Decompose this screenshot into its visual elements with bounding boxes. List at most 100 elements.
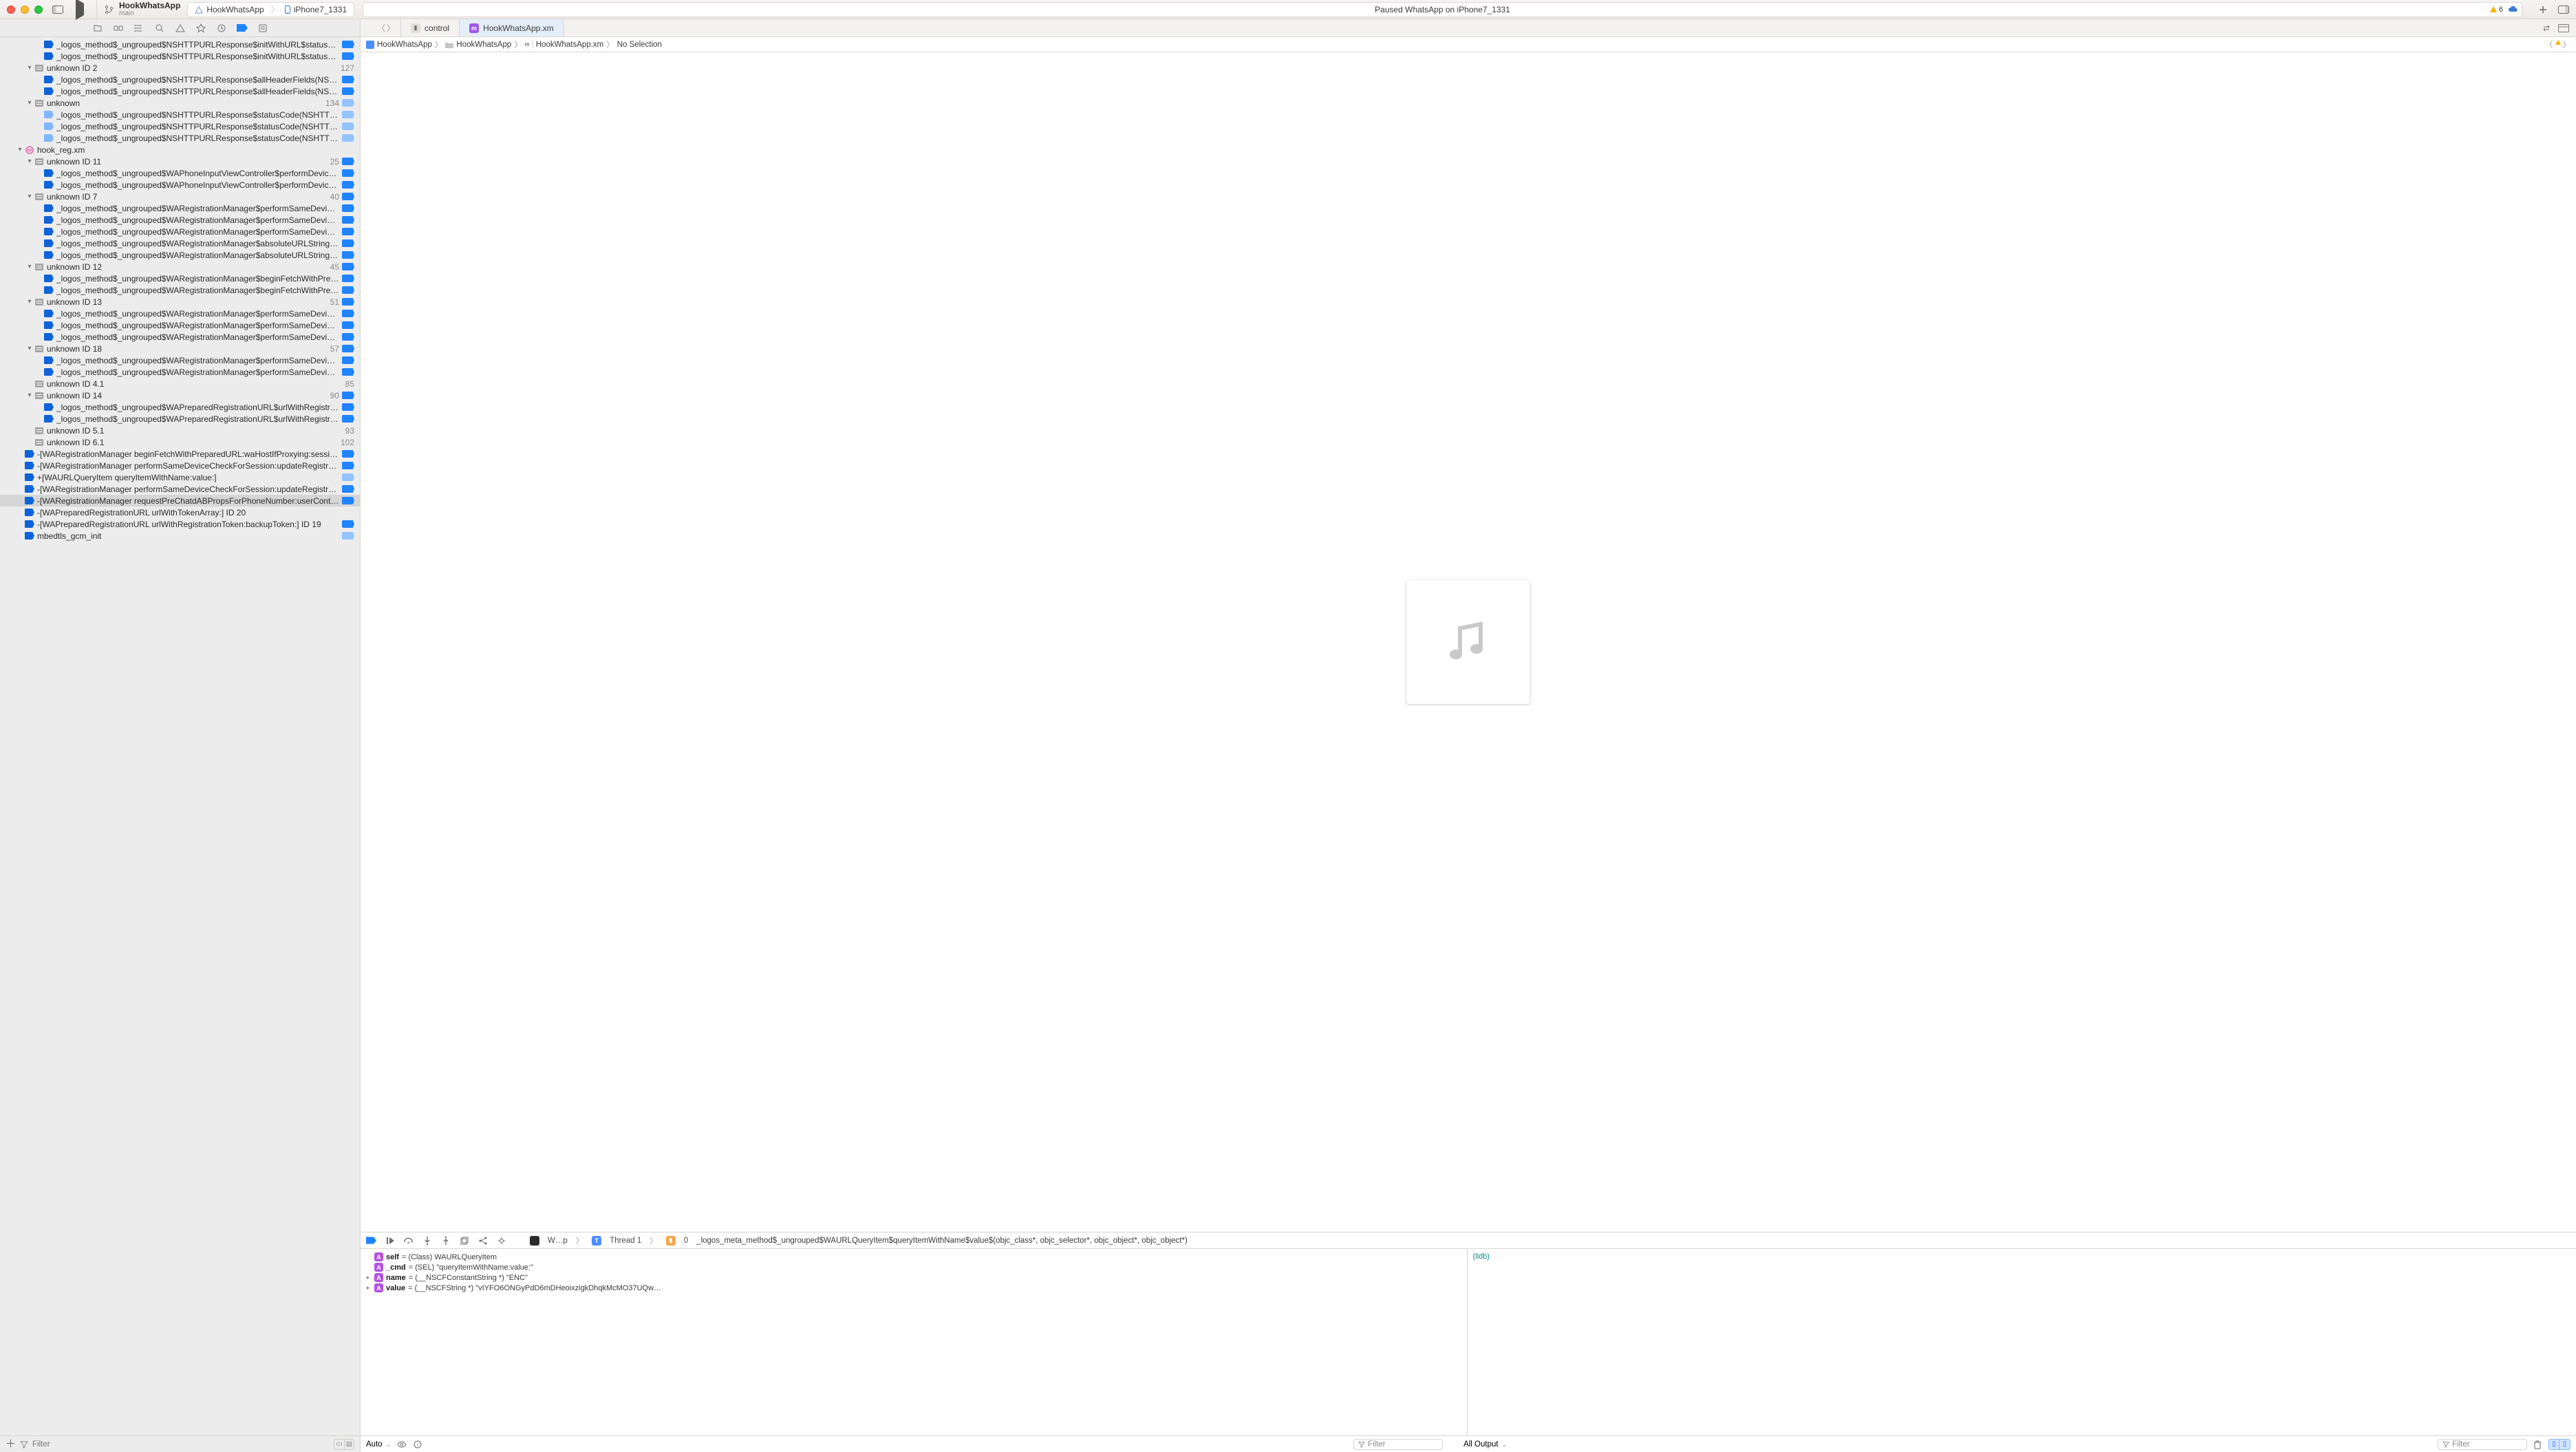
breakpoint-enable-toggle[interactable] [342,473,354,481]
breakpoint-row[interactable]: _logos_method$_ungrouped$NSHTTPURLRespon… [0,39,360,50]
crumb-project[interactable]: HookWhatsApp [366,41,432,49]
issue-navigator-tab[interactable] [175,23,186,34]
jump-next-issue[interactable]: 〉 [2563,39,2571,50]
jump-prev-issue[interactable]: 〈 [2545,39,2553,50]
variable-row[interactable]: A_cmd = (SEL) "queryItemWithName:value:" [365,1262,1463,1272]
activity-status[interactable]: Paused WhatsApp on iPhone7_1331 6 [363,2,2522,17]
breakpoint-row[interactable]: _logos_method$_ungrouped$WARegistrationM… [0,308,360,319]
minimize-window-button[interactable] [21,6,29,14]
breakpoint-enable-toggle[interactable] [342,333,354,341]
breakpoint-row[interactable]: _logos_method$_ungrouped$WARegistrationM… [0,202,360,214]
inspector-toggle-icon[interactable] [2558,4,2569,15]
breakpoint-enable-toggle[interactable] [342,158,354,165]
editor-layout-icon[interactable] [2558,24,2569,32]
disclosure-triangle[interactable] [26,158,33,165]
crumb-group[interactable]: HookWhatsApp [445,41,511,49]
breakpoint-enable-toggle[interactable] [342,345,354,352]
breakpoint-row[interactable]: _logos_method$_ungrouped$WARegistrationM… [0,331,360,343]
crumb-selection[interactable]: No Selection [617,41,662,49]
disclosure-triangle[interactable]: ▸ [365,1274,372,1281]
add-editor-button[interactable] [2537,4,2548,15]
clear-console-button[interactable] [2533,1439,2543,1449]
variables-scope-selector[interactable]: Auto ⌄ [366,1440,391,1449]
breakpoint-row[interactable]: _logos_method$_ungrouped$WARegistrationM… [0,273,360,284]
breakpoint-row[interactable]: -[WARegistrationManager requestPreChatdA… [0,495,360,506]
breakpoint-enable-toggle[interactable] [342,392,354,399]
variable-row[interactable]: Aself = (Class) WAURLQueryItem [365,1252,1463,1262]
breakpoint-enable-toggle[interactable] [342,310,354,317]
breakpoint-row[interactable]: unknown ID 4.1 85 [0,378,360,389]
breakpoint-enable-toggle[interactable] [342,275,354,282]
breakpoint-enable-toggle[interactable] [342,169,354,177]
breakpoint-row[interactable]: _logos_method$_ungrouped$WAPhoneInputVie… [0,167,360,179]
quicklook-button[interactable] [396,1439,407,1449]
console-view[interactable]: (lldb) [1468,1249,2576,1435]
console-filter[interactable]: Filter [2438,1439,2527,1450]
debug-memory-graph-button[interactable] [477,1235,488,1246]
run-button[interactable] [76,3,84,16]
breakpoint-enable-toggle[interactable] [342,286,354,294]
breakpoint-enable-toggle[interactable] [342,462,354,469]
breakpoint-enable-toggle[interactable] [342,403,354,411]
test-navigator-tab[interactable] [195,23,206,34]
breakpoint-row[interactable]: +[WAURLQueryItem queryItemWithName:value… [0,471,360,483]
breakpoint-enable-toggle[interactable] [342,122,354,130]
frame-label[interactable]: _logos_meta_method$_ungrouped$WAURLQuery… [696,1237,1188,1245]
breakpoint-enable-toggle[interactable] [342,532,354,540]
toggle-breakpoints-button[interactable] [366,1235,376,1246]
breakpoint-enable-toggle[interactable] [342,368,354,376]
history-back-button[interactable]: 〈 [377,22,385,34]
breakpoint-row[interactable]: -[WAPreparedRegistrationURL urlWithToken… [0,506,360,518]
debug-view-hierarchy-button[interactable] [459,1235,469,1246]
variable-row[interactable]: ▸Aname = (__NSCFConstantString *) "ENC" [365,1272,1463,1283]
step-into-button[interactable] [422,1235,432,1246]
disclosure-triangle[interactable] [26,64,33,72]
issues-badge[interactable]: 6 [2490,6,2518,14]
scheme-selector[interactable]: HookWhatsApp 〉 iPhone7_1331 [187,2,354,17]
breakpoint-row[interactable]: unknown ID 12 45 [0,261,360,273]
variable-row[interactable]: ▸Avalue = (__NSCFString *) "vIYFO6ONGyPd… [365,1283,1463,1293]
breakpoint-enable-toggle[interactable] [342,251,354,259]
disclosure-triangle[interactable]: ▸ [365,1284,372,1292]
symbol-navigator-tab[interactable] [133,23,144,34]
disclosure-triangle[interactable] [17,146,23,153]
navigator-toggle-icon[interactable] [52,4,63,15]
breakpoint-row[interactable]: unknown ID 6.1 102 [0,436,360,448]
step-out-button[interactable] [440,1235,451,1246]
editor-tab[interactable]: ▮control [401,19,460,36]
disclosure-triangle[interactable] [26,99,33,107]
breakpoint-row[interactable]: _logos_method$_ungrouped$WARegistrationM… [0,284,360,296]
breakpoint-row[interactable]: _logos_method$_ungrouped$WAPhoneInputVie… [0,179,360,191]
breakpoint-enable-toggle[interactable] [342,76,354,83]
breakpoint-row[interactable]: unknown ID 18 57 [0,343,360,354]
breakpoint-row[interactable]: -[WARegistrationManager performSameDevic… [0,460,360,471]
breakpoint-enable-toggle[interactable] [342,321,354,329]
close-window-button[interactable] [7,6,15,14]
disclosure-triangle[interactable] [26,263,33,270]
breakpoint-row[interactable]: _logos_method$_ungrouped$WARegistrationM… [0,249,360,261]
breakpoint-enable-toggle[interactable] [342,87,354,95]
breakpoint-enable-toggle[interactable] [342,263,354,270]
disclosure-triangle[interactable] [26,298,33,306]
debug-navigator-tab[interactable] [216,23,227,34]
breakpoint-navigator-tab[interactable] [237,23,248,34]
breakpoint-row[interactable]: mbedtls_gcm_init [0,530,360,542]
breakpoint-enable-toggle[interactable] [342,193,354,200]
add-button[interactable]: ＋ [6,1439,16,1449]
breakpoint-row[interactable]: unknown ID 2 127 [0,62,360,74]
breakpoint-row[interactable]: _logos_method$_ungrouped$WAPreparedRegis… [0,401,360,413]
continue-button[interactable] [385,1235,395,1246]
breakpoint-enable-toggle[interactable] [342,356,354,364]
editor-tab[interactable]: mHookWhatsApp.xm [460,19,564,36]
breakpoint-enable-toggle[interactable] [342,415,354,423]
breakpoint-row[interactable]: _logos_method$_ungrouped$WARegistrationM… [0,366,360,378]
breakpoint-row[interactable]: _logos_method$_ungrouped$WARegistrationM… [0,319,360,331]
breakpoint-row[interactable]: hook_reg.xm [0,144,360,156]
breakpoint-row[interactable]: _logos_method$_ungrouped$WAPreparedRegis… [0,413,360,425]
breakpoint-row[interactable]: unknown ID 7 40 [0,191,360,202]
source-control-navigator-tab[interactable] [113,23,124,34]
breakpoint-row[interactable]: unknown 134 [0,97,360,109]
breakpoint-row[interactable]: unknown ID 13 51 [0,296,360,308]
breakpoint-enable-toggle[interactable] [342,298,354,306]
project-header[interactable]: HookWhatsApp main [97,0,187,19]
